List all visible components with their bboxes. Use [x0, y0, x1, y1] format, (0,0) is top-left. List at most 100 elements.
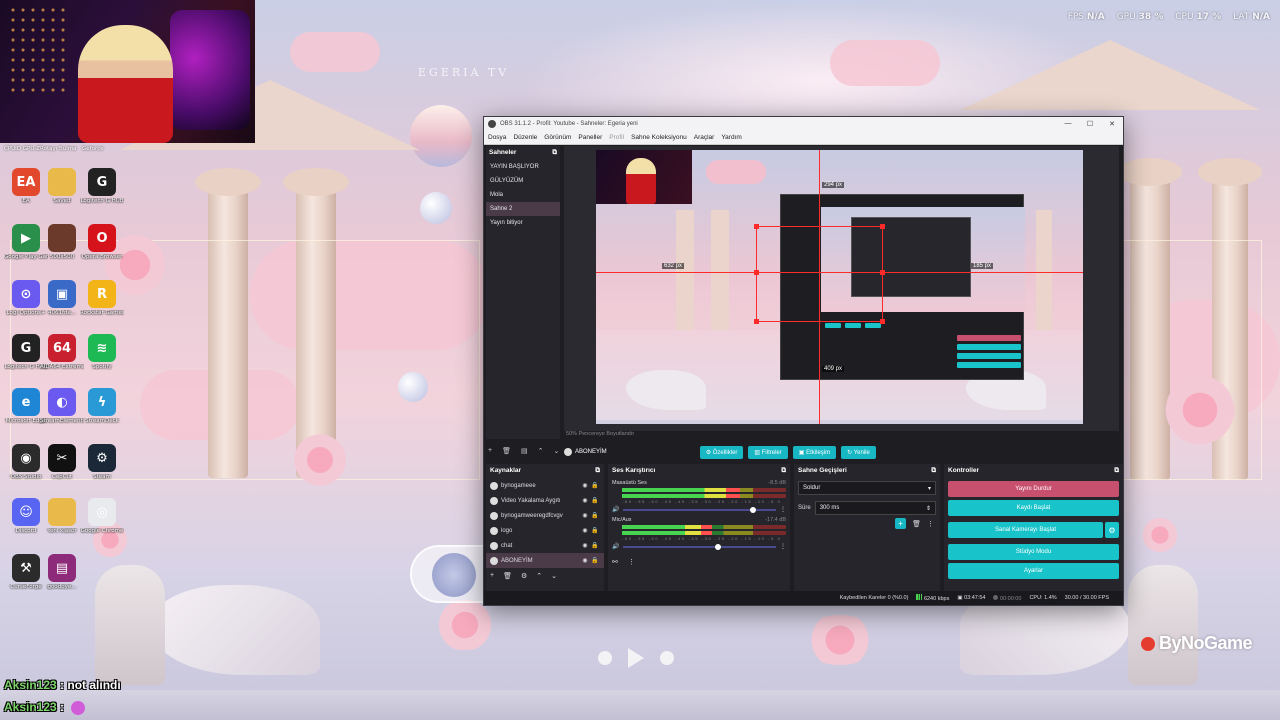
trash-icon[interactable]: 🗑 — [912, 520, 921, 528]
desktop-icon-google-chrome[interactable]: ◎ Google Chrome — [80, 498, 124, 534]
desktop-icon-tool[interactable]: ϟ StreamDeck — [80, 388, 124, 424]
add-icon[interactable]: + — [490, 572, 494, 580]
preview-zoom[interactable]: 50% Pencereye Boyutlandır — [566, 431, 634, 437]
duration-field[interactable]: 300 ms ⇕ — [814, 501, 936, 515]
lock-icon[interactable]: 🔒 — [590, 527, 600, 534]
more-icon[interactable]: ⋮ — [780, 543, 786, 550]
desktop-icon-capcut[interactable]: ✂ CapCut — [40, 444, 84, 480]
volume-slider[interactable] — [623, 506, 776, 513]
visibility-icon[interactable]: ◉ — [580, 527, 590, 534]
slider-knob[interactable] — [715, 543, 722, 550]
desktop-icon-winrar[interactable]: ▤ goodbye... — [40, 554, 84, 590]
minimize-icon[interactable]: — — [1057, 120, 1079, 128]
source-item[interactable]: Video Yakalama Aygıtı ◉ 🔒 — [486, 493, 604, 508]
scene-item-active[interactable]: Sahne 2 — [486, 202, 560, 216]
scene-item[interactable]: Yayın bitiyor — [486, 216, 560, 230]
up-icon[interactable]: ⌃ — [538, 447, 544, 455]
interact-button[interactable]: ▣ Etkileşim — [792, 445, 837, 459]
desktop-label[interactable]: Rotayı Bulma — [40, 146, 77, 152]
undock-icon[interactable]: ⧉ — [931, 467, 936, 475]
transform-handle[interactable] — [754, 270, 759, 275]
obs-titlebar[interactable]: OBS 31.1.2 - Profil: Youtube - Sahneler:… — [484, 117, 1123, 131]
close-icon[interactable]: ✕ — [1101, 120, 1123, 128]
trash-icon[interactable]: 🗑 — [502, 447, 511, 455]
desktop-icon-logitech-g-hub[interactable]: G Logitech G HUB — [80, 168, 124, 204]
gear-icon[interactable]: ⚙ — [521, 572, 527, 580]
menu-view[interactable]: Görünüm — [544, 134, 571, 141]
scene-item[interactable]: GÜLYÜZÜM — [486, 174, 560, 188]
undock-icon[interactable]: ⧉ — [552, 149, 557, 157]
down-icon[interactable]: ⌄ — [551, 572, 557, 580]
more-icon[interactable]: ⋮ — [780, 506, 786, 513]
menu-help[interactable]: Yardım — [721, 134, 741, 141]
transform-handle[interactable] — [880, 319, 885, 324]
undock-icon[interactable]: ⧉ — [781, 467, 786, 475]
lock-icon[interactable]: 🔒 — [590, 482, 600, 489]
lock-icon[interactable]: 🔒 — [590, 512, 600, 519]
transform-handle[interactable] — [880, 224, 885, 229]
up-icon[interactable]: ⌃ — [536, 572, 542, 580]
desktop-icon-spotify[interactable]: ≋ Spotify — [80, 334, 124, 370]
desktop-icon-aida64[interactable]: 64 AIDA64 Extreme — [40, 334, 84, 370]
volume-slider[interactable] — [623, 543, 776, 550]
start-virtual-camera-button[interactable]: Sanal Kamerayı Başlat — [948, 522, 1103, 538]
visibility-icon[interactable]: ◉ — [580, 497, 590, 504]
preview-canvas[interactable]: 294 px 632 px 185 px 409 px — [596, 150, 1083, 424]
filters-button[interactable]: ▥ Filtreler — [748, 445, 788, 459]
studio-mode-button[interactable]: Stüdyo Modu — [948, 544, 1119, 560]
add-icon[interactable]: + — [488, 447, 492, 455]
down-icon[interactable]: ⌄ — [553, 447, 559, 455]
undock-icon[interactable]: ⧉ — [595, 467, 600, 475]
desktop-icon-saved[interactable]: Saved — [40, 168, 84, 204]
desktop-icon-folder[interactable]: Yeni klasör — [40, 498, 84, 534]
lock-icon[interactable]: 🔒 — [590, 542, 600, 549]
desktop-label[interactable]: CPUID GPU-Z — [4, 146, 40, 152]
settings-button[interactable]: Ayarlar — [948, 563, 1119, 579]
desktop-icon-rockstar-games[interactable]: R Rockstar Games — [80, 280, 124, 316]
preview-area[interactable]: 294 px 632 px 185 px 409 px — [564, 146, 1119, 431]
scene-item[interactable]: YAYIN BAŞLIYOR — [486, 160, 560, 174]
lock-icon[interactable]: 🔒 — [590, 497, 600, 504]
filter-icon[interactable]: ▤ — [521, 447, 528, 455]
transition-select[interactable]: Soldur ▾ — [798, 481, 936, 495]
link-icon[interactable]: ⚯ — [612, 558, 618, 566]
visibility-icon[interactable]: ◉ — [580, 512, 590, 519]
refresh-button[interactable]: ↻ Yenile — [841, 445, 876, 459]
more-icon[interactable]: ⋮ — [628, 558, 635, 566]
desktop-icon-image[interactable]: ▣ 4061fde... — [40, 280, 84, 316]
source-item[interactable]: ABONEYİM ◉ 🔒 — [486, 553, 604, 568]
maximize-icon[interactable]: ☐ — [1079, 120, 1101, 128]
source-item[interactable]: logo ◉ 🔒 — [486, 523, 604, 538]
trash-icon[interactable]: 🗑 — [503, 572, 512, 580]
menu-profile[interactable]: Profil — [609, 134, 624, 141]
lock-icon[interactable]: 🔒 — [590, 557, 600, 564]
undock-icon[interactable]: ⧉ — [1114, 467, 1119, 475]
scene-item[interactable]: Mola — [486, 188, 560, 202]
desktop-icon-opera-gx[interactable]: O Opera Browser — [80, 224, 124, 260]
transform-handle[interactable] — [880, 270, 885, 275]
virtual-camera-settings-icon[interactable]: ⚙ — [1105, 522, 1119, 538]
menu-edit[interactable]: Düzenle — [513, 134, 537, 141]
more-icon[interactable]: ⋮ — [927, 520, 934, 528]
source-item[interactable]: bynogameee ◉ 🔒 — [486, 478, 604, 493]
visibility-icon[interactable]: ◉ — [580, 557, 590, 564]
speaker-icon[interactable]: 🔊 — [612, 506, 619, 513]
menu-scene-collection[interactable]: Sahne Koleksiyonu — [631, 134, 687, 141]
desktop-icon-avatar[interactable]: 500x500 — [40, 224, 84, 260]
properties-button[interactable]: ⚙ Özellikler — [699, 445, 744, 459]
desktop-label[interactable]: Geforce — [82, 146, 104, 152]
transform-handle[interactable] — [754, 319, 759, 324]
desktop-icon-steam[interactable]: ⚙ Steam — [80, 444, 124, 480]
desktop-icon-streamelements[interactable]: ◐ StreamElements — [40, 388, 84, 424]
visibility-icon[interactable]: ◉ — [580, 542, 590, 549]
source-item[interactable]: chat ◉ 🔒 — [486, 538, 604, 553]
add-transition-button[interactable]: + — [895, 518, 907, 529]
start-recording-button[interactable]: Kaydı Başlat — [948, 500, 1119, 516]
menu-tools[interactable]: Araçlar — [694, 134, 715, 141]
slider-knob[interactable] — [750, 506, 757, 513]
menu-docks[interactable]: Paneller — [578, 134, 602, 141]
speaker-icon[interactable]: 🔊 — [612, 543, 619, 550]
transform-handle[interactable] — [754, 224, 759, 229]
menu-file[interactable]: Dosya — [488, 134, 506, 141]
stop-streaming-button[interactable]: Yayını Durdur — [948, 481, 1119, 497]
